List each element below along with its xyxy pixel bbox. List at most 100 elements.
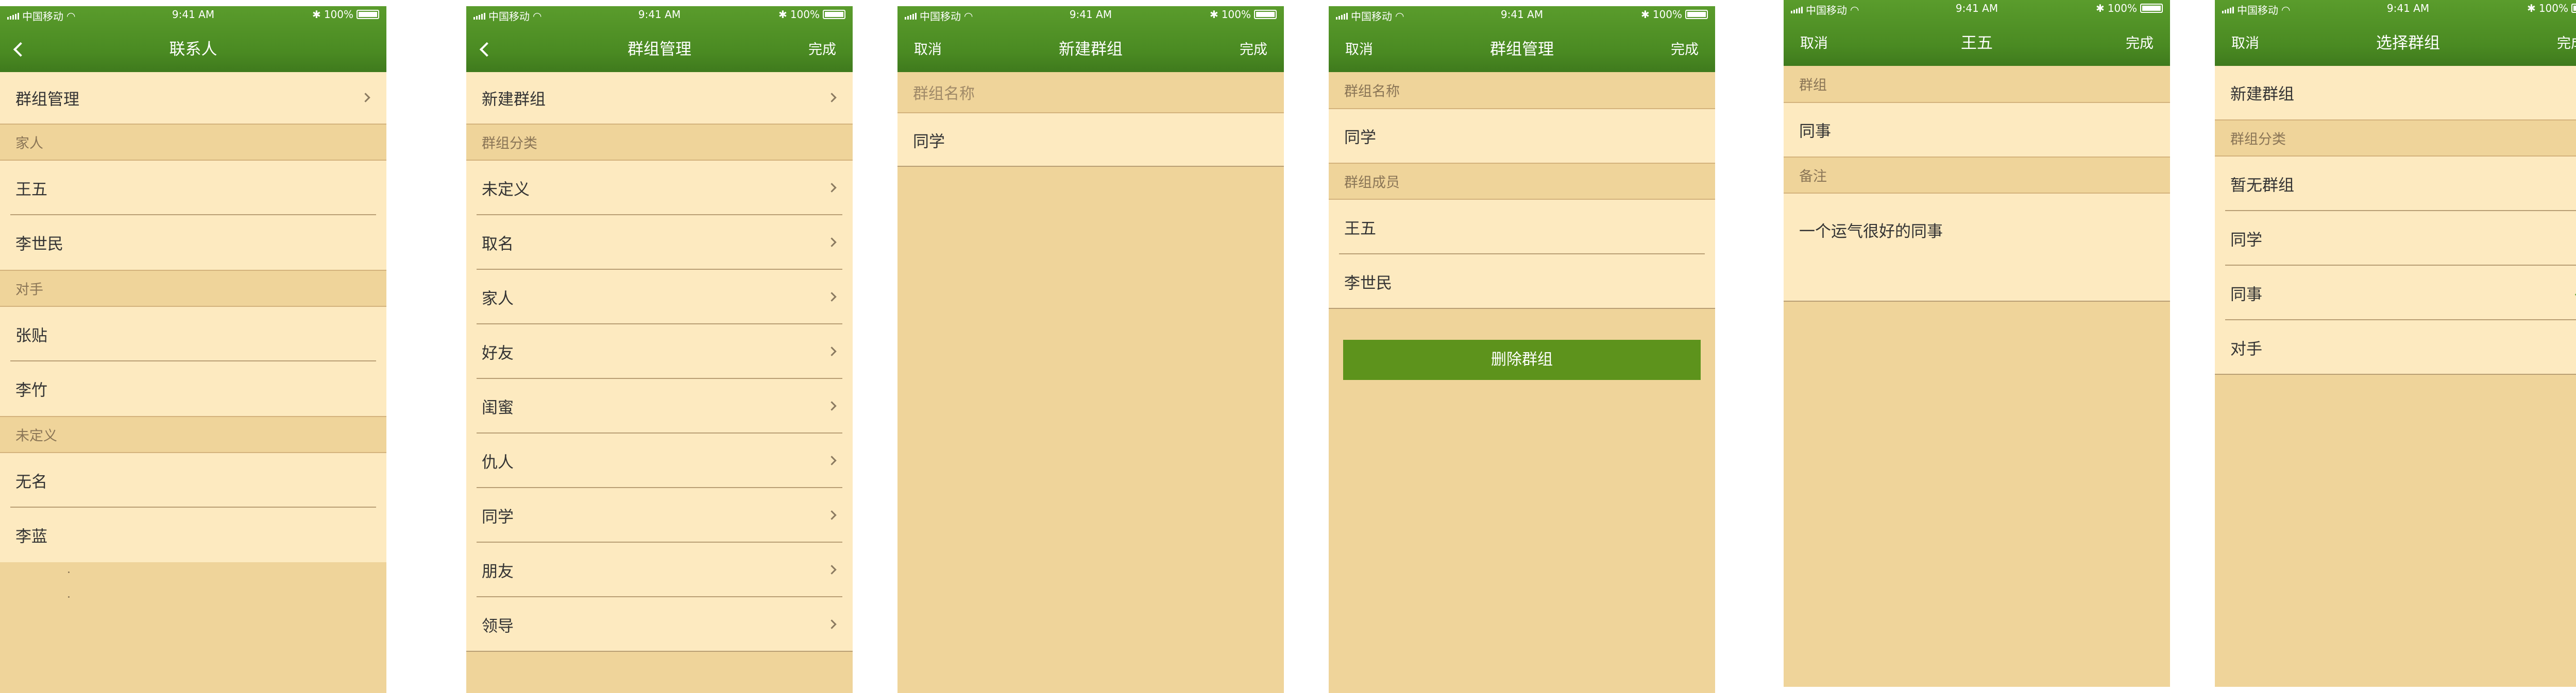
battery-icon: [823, 10, 845, 19]
nav-bar: 中国移动 ◠ 9:41 AM ✱ 100% 群组管理 完成: [466, 6, 853, 72]
page-title: 群组管理: [628, 40, 691, 59]
chevron-right-icon: [827, 93, 837, 102]
section-header: 群组分类: [466, 124, 853, 161]
section-header: 群组: [1784, 66, 2170, 103]
group-row[interactable]: 好友: [466, 324, 853, 379]
contact-row[interactable]: 无名: [0, 453, 386, 508]
battery-percent: 100%: [2538, 2, 2568, 14]
group-row[interactable]: 仇人: [466, 434, 853, 488]
status-bar: 中国移动 ◠ 9:41 AM ✱ 100%: [1329, 6, 1715, 23]
screen-group-edit: 中国移动 ◠ 9:41 AM ✱ 100% 取消 群组管理 完成 群组名称 同学 群…: [1329, 6, 1715, 693]
screen-new-group: 中国移动 ◠ 9:41 AM ✱ 100% 取消 新建群组 完成 群组名称 同学: [897, 6, 1284, 693]
done-button[interactable]: 完成: [1671, 38, 1699, 58]
bluetooth-icon: ✱: [2096, 2, 2105, 14]
battery-percent: 100%: [324, 8, 353, 21]
page-title: 联系人: [169, 40, 217, 59]
chevron-right-icon: [827, 346, 837, 356]
section-header: 家人: [0, 124, 386, 161]
section-header: 群组名称: [897, 72, 1284, 113]
group-row[interactable]: 闺蜜: [466, 379, 853, 434]
decor-dot: [68, 571, 70, 573]
battery-icon: [2571, 4, 2576, 13]
group-row[interactable]: 同学: [466, 488, 853, 543]
done-button[interactable]: 完成: [808, 38, 836, 58]
contact-row[interactable]: 张贴: [0, 307, 386, 361]
delete-group-button[interactable]: 删除群组: [1343, 340, 1701, 380]
cell-group-manage[interactable]: 群组管理: [0, 72, 386, 124]
group-name-field[interactable]: 同学: [897, 113, 1284, 167]
note-field[interactable]: 一个运气很好的同事: [1784, 194, 2170, 302]
status-bar: 中国移动 ◠ 9:41 AM ✱ 100%: [897, 6, 1284, 23]
cell-label: 群组管理: [15, 90, 79, 109]
group-option-selected[interactable]: 同事: [2215, 266, 2576, 320]
nav-bar: 中国移动◠ 9:41 AM ✱100% 取消 选择群组 完成: [2215, 0, 2576, 66]
done-button[interactable]: 完成: [2126, 32, 2154, 52]
contact-row[interactable]: 李蓝: [0, 508, 386, 562]
battery-icon: [2140, 4, 2163, 13]
chevron-right-icon: [827, 183, 837, 193]
section-header: 备注: [1784, 157, 2170, 194]
cell-new-group[interactable]: 新建群组: [466, 72, 853, 124]
section-header: 对手: [0, 270, 386, 307]
bluetooth-icon: ✱: [312, 8, 321, 21]
chevron-right-icon: [827, 401, 837, 411]
group-row[interactable]: 取名: [466, 215, 853, 270]
page-title: 王五: [1961, 34, 1993, 53]
group-option[interactable]: 同学: [2215, 211, 2576, 266]
battery-percent: 100%: [790, 8, 820, 21]
screen-contacts: 中国移动 ◠ 9:41 AM ✱ 100% 联系人 群组管理 家人 王五 李世民 对…: [0, 6, 386, 693]
bluetooth-icon: ✱: [778, 8, 787, 21]
contact-row[interactable]: 王五: [0, 161, 386, 215]
section-header: 未定义: [0, 416, 386, 453]
screen-contact-detail: 中国移动 ◠ 9:41 AM ✱ 100% 取消 王五 完成 群组 同事 备注 一个…: [1784, 0, 2170, 687]
section-header: 群组分类: [2215, 119, 2576, 157]
status-bar: 中国移动 ◠ 9:41 AM ✱ 100%: [466, 6, 853, 23]
group-row[interactable]: 家人: [466, 270, 853, 324]
battery-icon: [357, 10, 379, 19]
group-name-field[interactable]: 同学: [1329, 109, 1715, 163]
group-row[interactable]: 领导: [466, 597, 853, 652]
status-bar: 中国移动 ◠ 9:41 AM ✱ 100%: [1784, 0, 2170, 16]
done-button[interactable]: 完成: [1240, 38, 1267, 58]
section-header: 群组名称: [1329, 72, 1715, 109]
done-button[interactable]: 完成: [2557, 32, 2576, 52]
status-time: 9:41 AM: [2386, 2, 2430, 14]
nav-bar: 中国移动 ◠ 9:41 AM ✱ 100% 取消 新建群组 完成: [897, 6, 1284, 72]
cell-new-group[interactable]: 新建群组: [2215, 66, 2576, 119]
group-row[interactable]: 未定义: [466, 161, 853, 215]
bluetooth-icon: ✱: [1641, 8, 1650, 21]
nav-bar: 中国移动 ◠ 9:41 AM ✱ 100% 取消 王五 完成: [1784, 0, 2170, 66]
member-row[interactable]: 李世民: [1329, 254, 1715, 309]
contact-row[interactable]: 李世民: [0, 215, 386, 270]
member-row[interactable]: 王五: [1329, 200, 1715, 254]
group-row[interactable]: 朋友: [466, 543, 853, 597]
decor-dot: [68, 596, 70, 598]
battery-percent: 100%: [1652, 8, 1682, 21]
battery-percent: 100%: [1221, 8, 1251, 21]
chevron-right-icon: [827, 237, 837, 247]
page-title: 新建群组: [1059, 40, 1123, 59]
contact-row[interactable]: 李竹: [0, 361, 386, 416]
group-option[interactable]: 暂无群组: [2215, 157, 2576, 211]
bluetooth-icon: ✱: [1210, 8, 1218, 21]
group-value-row[interactable]: 同事: [1784, 103, 2170, 157]
battery-icon: [1254, 10, 1277, 19]
bluetooth-icon: ✱: [2527, 2, 2536, 14]
section-header: 群组成员: [1329, 163, 1715, 200]
chevron-right-icon: [361, 93, 370, 102]
chevron-right-icon: [827, 510, 837, 520]
group-option[interactable]: 对手: [2215, 320, 2576, 375]
status-bar: 中国移动 ◠ 9:41 AM ✱ 100%: [2215, 0, 2576, 16]
chevron-right-icon: [827, 292, 837, 302]
battery-icon: [1685, 10, 1708, 19]
chevron-right-icon: [827, 619, 837, 629]
page-title: 群组管理: [1490, 40, 1554, 59]
screen-select-group: 中国移动◠ 9:41 AM ✱100% 取消 选择群组 完成 新建群组 群组分类…: [2215, 0, 2576, 687]
chevron-right-icon: [827, 565, 837, 575]
screen-group-manage: 中国移动 ◠ 9:41 AM ✱ 100% 群组管理 完成 新建群组 群组分类 未定…: [466, 6, 853, 693]
battery-percent: 100%: [2107, 2, 2137, 14]
status-bar: 中国移动 ◠ 9:41 AM ✱ 100%: [0, 6, 386, 23]
chevron-right-icon: [827, 456, 837, 465]
page-title: 选择群组: [2376, 34, 2440, 53]
nav-bar: 中国移动 ◠ 9:41 AM ✱ 100% 取消 群组管理 完成: [1329, 6, 1715, 72]
